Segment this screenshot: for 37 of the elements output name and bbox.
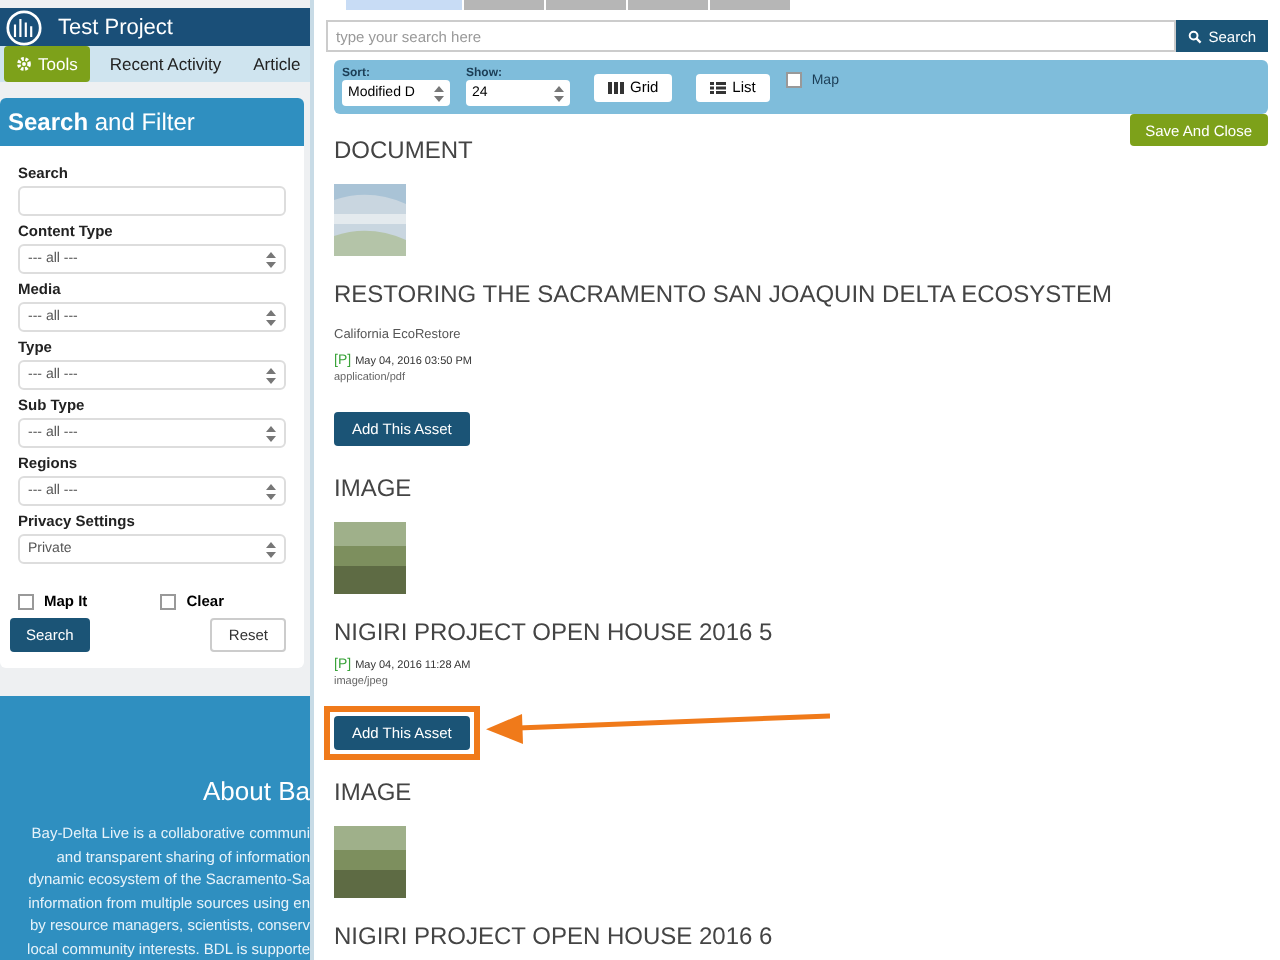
about-heading: About Ba: [203, 776, 310, 806]
tab[interactable]: [546, 0, 626, 10]
tab[interactable]: [628, 0, 708, 10]
asset-title: RESTORING THE SACRAMENTO SAN JOAQUIN DELTA ECOSYSTEM: [334, 280, 1112, 308]
photo-placeholder: [334, 522, 406, 594]
section-heading: IMAGE: [334, 474, 412, 502]
updown-icon: [554, 85, 564, 101]
nav-tab[interactable]: Recent Activity: [97, 46, 234, 82]
asset-title: NIGIRI PROJECT OPEN HOUSE 2016 5: [334, 618, 773, 646]
grid-icon: [608, 81, 624, 93]
document-thumbnail: [334, 184, 406, 256]
logo-icon: [6, 9, 42, 45]
tab[interactable]: [346, 0, 462, 10]
updown-icon: [266, 483, 276, 499]
photo-placeholder: [334, 826, 406, 898]
section-heading: DOCUMENT: [334, 136, 473, 164]
nav-tab[interactable]: Article: [241, 46, 310, 82]
updown-icon: [434, 85, 444, 101]
updown-icon: [266, 309, 276, 325]
section-heading: IMAGE: [334, 778, 412, 806]
updown-icon: [266, 425, 276, 441]
checkbox[interactable]: [160, 593, 177, 609]
checkbox[interactable]: [18, 593, 34, 609]
updown-icon: [266, 367, 276, 383]
updown-icon: [266, 251, 276, 267]
asset-title: NIGIRI PROJECT OPEN HOUSE 2016 6: [334, 922, 773, 950]
list-icon: [710, 81, 727, 93]
tab[interactable]: [464, 0, 544, 10]
project-title: Test Project: [58, 15, 173, 39]
tab[interactable]: [710, 0, 790, 10]
search-icon: [1188, 29, 1203, 43]
updown-icon: [266, 541, 276, 557]
arrow-icon: [486, 708, 830, 748]
checkbox[interactable]: [785, 72, 802, 88]
panel-title: Search and Filter: [0, 98, 304, 146]
search-field[interactable]: [18, 186, 286, 216]
gear-icon: [16, 56, 32, 72]
